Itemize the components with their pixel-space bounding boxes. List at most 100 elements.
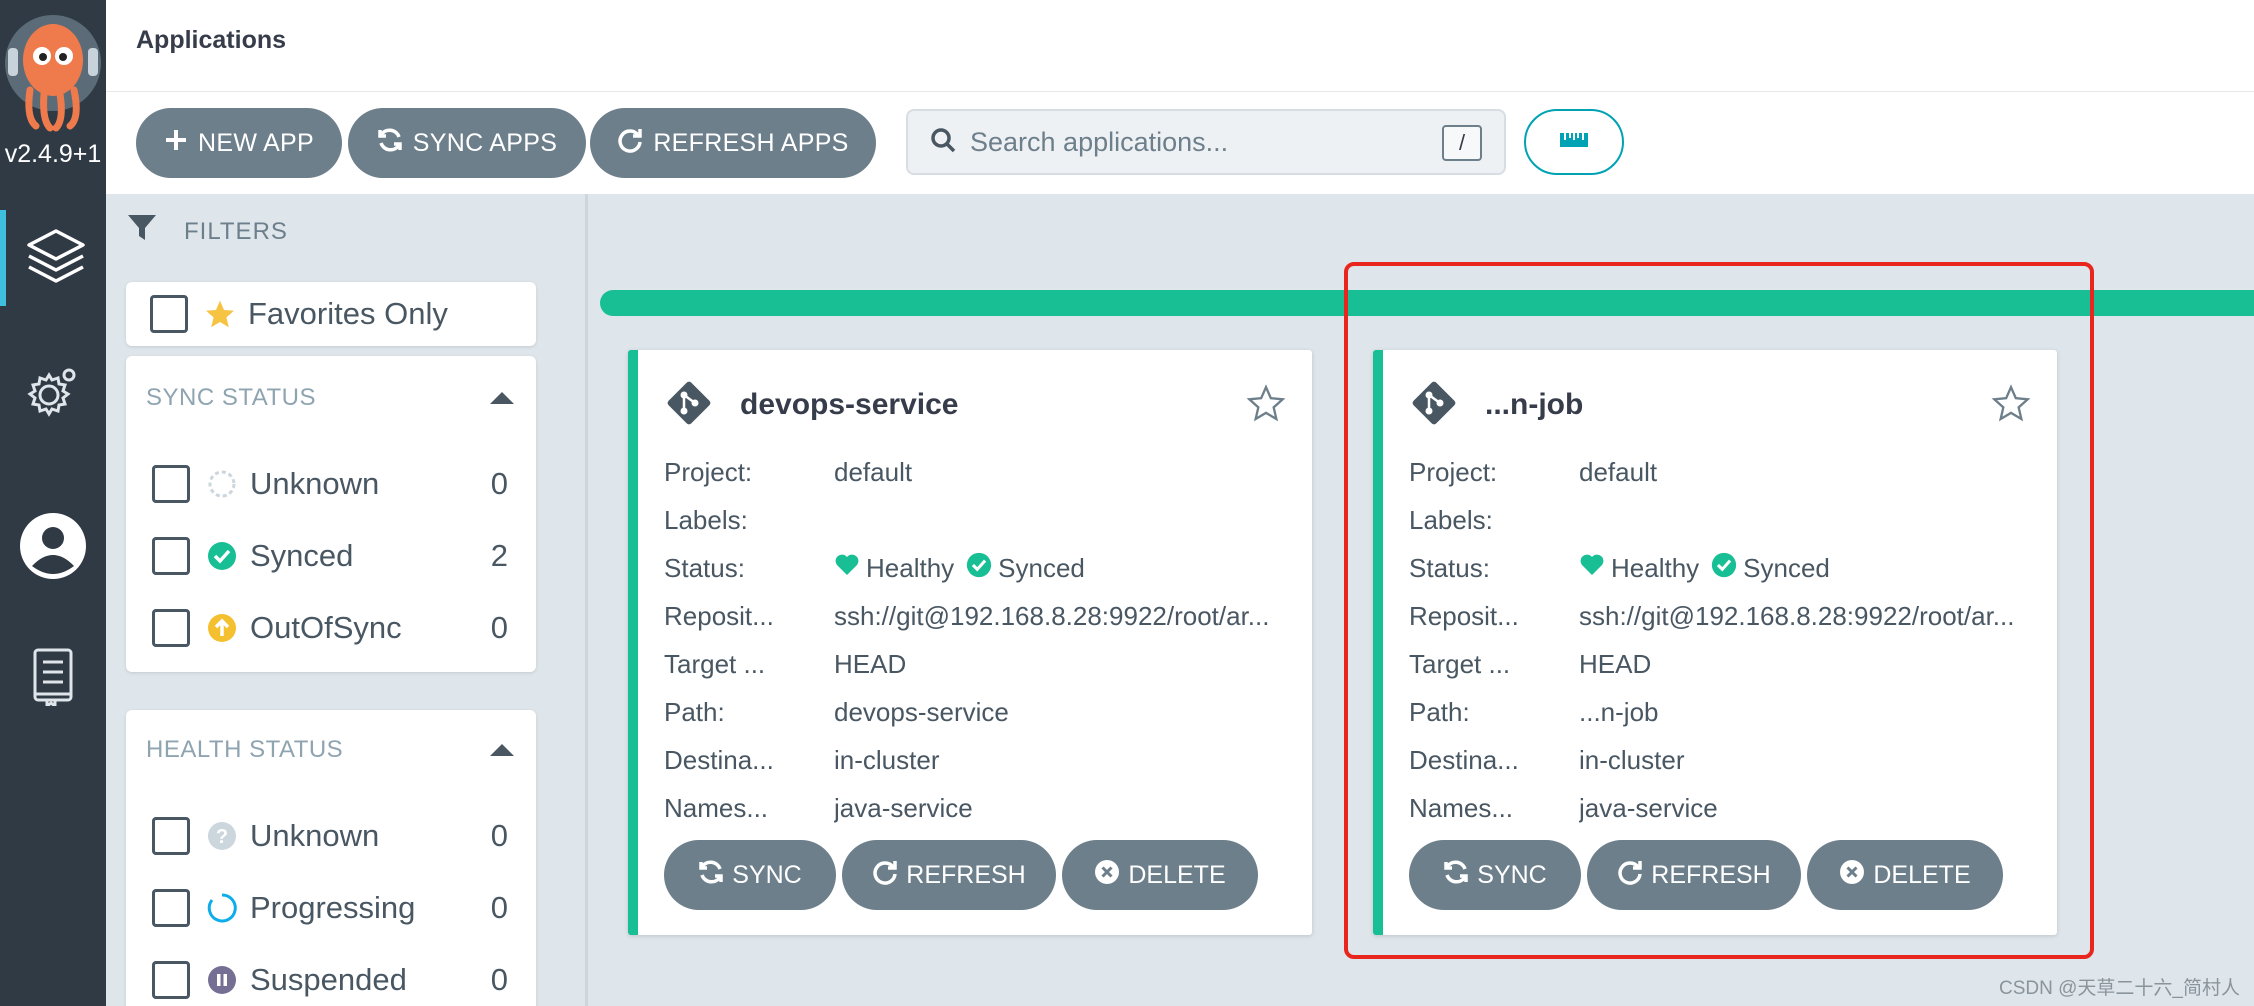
layers-icon — [25, 225, 87, 292]
filter-count: 0 — [490, 962, 508, 997]
check-circle-icon — [966, 552, 992, 585]
collapse-caret-icon[interactable] — [490, 744, 514, 756]
checkbox[interactable] — [152, 961, 190, 999]
arrow-up-circle-icon — [206, 612, 238, 644]
star-filled-icon — [204, 298, 236, 330]
field-value: devops-service — [834, 696, 1009, 727]
field-value: HEAD — [834, 648, 907, 679]
checkbox[interactable] — [152, 889, 190, 927]
field-value: ssh://git@192.168.8.28:9922/root/ar... — [834, 600, 1270, 631]
health-status-panel: HEALTH STATUS ? Unknown 0 Progressing 0 … — [126, 710, 536, 1006]
field-label: Target ... — [664, 648, 766, 679]
field-label: Path: — [664, 696, 725, 727]
refresh-apps-button[interactable]: REFRESH APPS — [590, 108, 876, 178]
refresh-apps-label: REFRESH APPS — [653, 128, 849, 157]
health-status-title: HEALTH STATUS — [146, 736, 344, 763]
page-title: Applications — [136, 26, 287, 54]
checkbox[interactable] — [152, 537, 190, 575]
filter-label: Unknown — [250, 818, 380, 853]
app-card[interactable]: devops-service Project: default Labels: S… — [628, 350, 1312, 935]
git-icon — [664, 378, 714, 433]
filter-label: Synced — [250, 538, 354, 573]
field-status: Status: Healthy Synced — [664, 548, 1292, 588]
sync-filter-unknown[interactable]: Unknown 0 — [152, 462, 508, 506]
sync-icon — [698, 859, 724, 892]
search-shortcut-key: / — [1442, 125, 1482, 161]
field-target-revision: Target ... HEAD — [664, 644, 1292, 684]
filter-label: Suspended — [250, 962, 407, 997]
field-namespace: Names... java-service — [664, 788, 1292, 828]
favorites-label: Favorites Only — [248, 296, 448, 331]
filter-count: 0 — [490, 466, 508, 501]
health-filter-progressing[interactable]: Progressing 0 — [152, 886, 508, 930]
nav-settings[interactable] — [0, 345, 106, 441]
favorites-checkbox[interactable] — [150, 295, 188, 333]
field-value: java-service — [834, 792, 973, 823]
field-path: Path: devops-service — [664, 692, 1292, 732]
sync-status-title: SYNC STATUS — [146, 384, 316, 411]
user-icon — [19, 512, 87, 585]
argo-logo[interactable] — [0, 8, 106, 133]
new-app-label: NEW APP — [197, 128, 315, 157]
field-value: in-cluster — [834, 744, 940, 775]
unknown-circle-icon — [206, 468, 238, 500]
sync-button[interactable]: SYNC — [664, 840, 836, 910]
search-icon — [930, 127, 956, 158]
refresh-label: REFRESH — [906, 860, 1026, 889]
gear-icon — [23, 361, 83, 426]
refresh-button[interactable]: REFRESH — [842, 840, 1056, 910]
filter-label: Progressing — [250, 890, 416, 925]
search-input[interactable] — [970, 126, 1410, 158]
field-label: Status: — [664, 552, 745, 583]
filter-count: 2 — [490, 538, 508, 573]
app-name[interactable]: devops-service — [740, 388, 1246, 422]
field-label: Reposit... — [664, 600, 774, 631]
question-circle-icon: ? — [206, 820, 238, 852]
heart-icon — [834, 553, 860, 584]
sync-apps-label: SYNC APPS — [412, 128, 558, 157]
field-destination: Destina... in-cluster — [664, 740, 1292, 780]
ruler-icon — [1559, 132, 1589, 153]
filters-header: FILTERS — [126, 212, 288, 251]
field-label: Labels: — [664, 504, 748, 535]
sync-apps-button[interactable]: SYNC APPS — [348, 108, 586, 178]
delete-button[interactable]: DELETE — [1062, 840, 1258, 910]
sync-filter-synced[interactable]: Synced 2 — [152, 534, 508, 578]
nav-user-info[interactable] — [0, 500, 106, 596]
new-app-button[interactable]: NEW APP — [136, 108, 342, 178]
filter-label: Unknown — [250, 466, 380, 501]
x-circle-icon — [1094, 859, 1120, 892]
collapse-caret-icon[interactable] — [490, 392, 514, 404]
field-label: Names... — [664, 792, 769, 823]
filter-count: 0 — [490, 610, 508, 645]
nav-documentation[interactable] — [0, 630, 106, 726]
favorites-only-filter[interactable]: Favorites Only — [150, 292, 508, 336]
checkbox[interactable] — [152, 465, 190, 503]
field-value: default — [834, 456, 913, 487]
star-outline-icon[interactable] — [1246, 383, 1286, 428]
sync-status-panel: SYNC STATUS Unknown 0 Synced 2 OutOfSync… — [126, 356, 536, 672]
health-status: Healthy — [866, 552, 955, 583]
sync-filter-outofsync[interactable]: OutOfSync 0 — [152, 606, 508, 650]
version-label: v2.4.9+1 — [4, 140, 102, 168]
favorites-panel: Favorites Only — [126, 282, 536, 346]
plus-icon — [164, 128, 188, 159]
progress-circle-icon — [206, 892, 238, 924]
card-header: devops-service — [664, 380, 1286, 430]
checkbox[interactable] — [152, 817, 190, 855]
field-label: Destina... — [664, 744, 774, 775]
checkbox[interactable] — [152, 609, 190, 647]
view-toggle-button[interactable] — [1524, 109, 1624, 175]
status-values: Healthy Synced — [834, 552, 1292, 585]
health-filter-unknown[interactable]: ? Unknown 0 — [152, 814, 508, 858]
search-box: / — [906, 109, 1506, 175]
left-nav: v2.4.9+1 — [0, 0, 106, 1006]
filters-sidebar: FILTERS Favorites Only SYNC STATUS Unkno… — [106, 194, 588, 1006]
filters-title: FILTERS — [184, 217, 288, 245]
filter-count: 0 — [490, 818, 508, 853]
toolbar: NEW APP SYNC APPS REFRESH APPS / — [106, 92, 2254, 194]
health-filter-suspended[interactable]: Suspended 0 — [152, 958, 508, 1002]
filter-count: 0 — [490, 890, 508, 925]
nav-applications[interactable] — [0, 210, 106, 306]
svg-text:?: ? — [216, 826, 228, 848]
